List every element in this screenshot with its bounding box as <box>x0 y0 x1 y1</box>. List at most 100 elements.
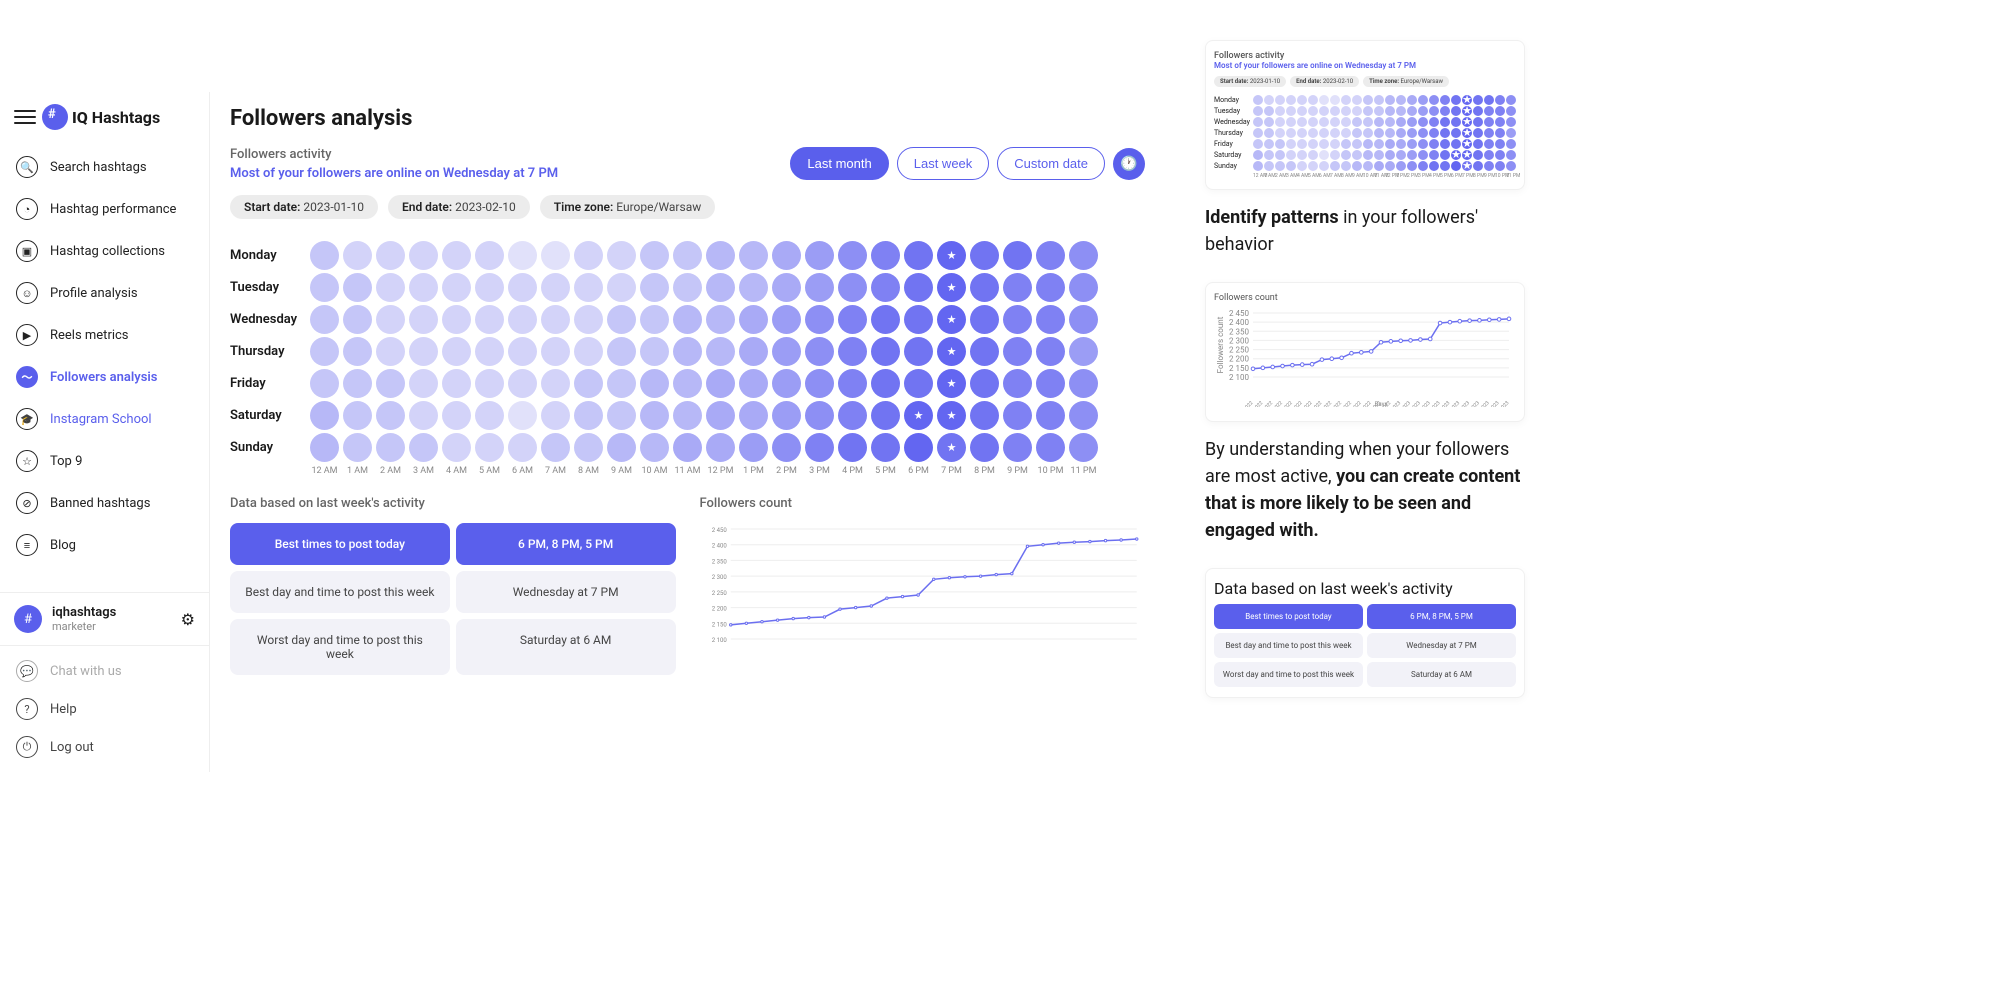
sidebar-item-1[interactable]: ◔Hashtag performance <box>6 190 203 228</box>
heatmap-cell[interactable] <box>442 401 471 430</box>
heatmap-cell[interactable] <box>1297 117 1307 127</box>
heatmap-cell[interactable] <box>1352 117 1362 127</box>
heatmap-cell[interactable] <box>409 337 438 366</box>
sidebar-item-0[interactable]: 🔍Search hashtags <box>6 148 203 186</box>
heatmap-cell[interactable] <box>970 241 999 270</box>
heatmap-cell[interactable] <box>541 369 570 398</box>
heatmap-cell[interactable] <box>1495 117 1505 127</box>
heatmap-cell[interactable] <box>1374 161 1384 171</box>
heatmap-cell[interactable] <box>409 369 438 398</box>
heatmap-cell[interactable] <box>1440 161 1450 171</box>
heatmap-cell[interactable] <box>1407 161 1417 171</box>
heatmap-cell[interactable] <box>607 241 636 270</box>
heatmap-cell[interactable] <box>376 305 405 334</box>
heatmap-cell[interactable] <box>475 273 504 302</box>
heatmap-cell[interactable] <box>706 337 735 366</box>
heatmap-cell[interactable] <box>574 369 603 398</box>
heatmap-cell[interactable] <box>574 241 603 270</box>
heatmap-cell[interactable] <box>1036 369 1065 398</box>
heatmap-cell[interactable] <box>1407 95 1417 105</box>
sidebar-item-5[interactable]: 〜Followers analysis <box>6 358 203 396</box>
heatmap-cell[interactable] <box>475 401 504 430</box>
heatmap-cell[interactable] <box>1069 241 1098 270</box>
heatmap-cell[interactable] <box>508 369 537 398</box>
heatmap-cell[interactable] <box>739 305 768 334</box>
heatmap-cell[interactable] <box>838 369 867 398</box>
heatmap-cell[interactable] <box>1253 95 1263 105</box>
heatmap-cell[interactable] <box>640 337 669 366</box>
heatmap-cell[interactable] <box>1308 117 1318 127</box>
heatmap-cell[interactable] <box>541 433 570 462</box>
heatmap-cell[interactable] <box>310 401 339 430</box>
heatmap-cell[interactable] <box>1473 139 1483 149</box>
heatmap-cell[interactable] <box>310 241 339 270</box>
heatmap-cell[interactable] <box>772 273 801 302</box>
heatmap-cell[interactable] <box>706 401 735 430</box>
brand-logo[interactable]: IQ Hashtags <box>42 104 160 130</box>
heatmap-cell[interactable] <box>1407 150 1417 160</box>
heatmap-cell[interactable] <box>1418 106 1428 116</box>
heatmap-cell[interactable] <box>772 433 801 462</box>
heatmap-cell[interactable] <box>970 369 999 398</box>
heatmap-cell[interactable] <box>1418 128 1428 138</box>
heatmap-cell[interactable] <box>937 337 966 366</box>
heatmap-cell[interactable] <box>1352 161 1362 171</box>
heatmap-cell[interactable] <box>508 337 537 366</box>
heatmap-cell[interactable] <box>442 305 471 334</box>
sidebar-item-4[interactable]: ▶Reels metrics <box>6 316 203 354</box>
heatmap-cell[interactable] <box>1495 95 1505 105</box>
heatmap-cell[interactable] <box>1418 139 1428 149</box>
heatmap-cell[interactable] <box>739 273 768 302</box>
heatmap-cell[interactable] <box>640 401 669 430</box>
heatmap-cell[interactable] <box>409 273 438 302</box>
heatmap-cell[interactable] <box>871 241 900 270</box>
heatmap-cell[interactable] <box>1264 95 1274 105</box>
heatmap-cell[interactable] <box>1341 117 1351 127</box>
heatmap-cell[interactable] <box>904 401 933 430</box>
heatmap-cell[interactable] <box>343 241 372 270</box>
heatmap-cell[interactable] <box>475 337 504 366</box>
heatmap-cell[interactable] <box>1308 139 1318 149</box>
heatmap-cell[interactable] <box>541 273 570 302</box>
heatmap-cell[interactable] <box>1069 305 1098 334</box>
heatmap-cell[interactable] <box>1286 95 1296 105</box>
heatmap-cell[interactable] <box>1440 117 1450 127</box>
heatmap-cell[interactable] <box>1495 161 1505 171</box>
heatmap-cell[interactable] <box>574 433 603 462</box>
heatmap-cell[interactable] <box>1275 117 1285 127</box>
heatmap-cell[interactable] <box>1297 139 1307 149</box>
heatmap-cell[interactable] <box>1407 106 1417 116</box>
heatmap-cell[interactable] <box>1429 139 1439 149</box>
heatmap-cell[interactable] <box>541 305 570 334</box>
heatmap-cell[interactable] <box>1429 161 1439 171</box>
heatmap-cell[interactable] <box>1330 95 1340 105</box>
heatmap-cell[interactable] <box>1308 161 1318 171</box>
heatmap-cell[interactable] <box>1407 139 1417 149</box>
heatmap-cell[interactable] <box>1440 128 1450 138</box>
footer-item-2[interactable]: ⏻Log out <box>6 728 203 766</box>
heatmap-cell[interactable] <box>640 273 669 302</box>
heatmap-cell[interactable] <box>1440 150 1450 160</box>
heatmap-cell[interactable] <box>739 369 768 398</box>
heatmap-cell[interactable] <box>1374 128 1384 138</box>
clock-icon[interactable]: 🕐 <box>1113 148 1145 180</box>
heatmap-cell[interactable] <box>937 369 966 398</box>
heatmap-cell[interactable] <box>805 433 834 462</box>
heatmap-cell[interactable] <box>1418 150 1428 160</box>
heatmap-cell[interactable] <box>640 305 669 334</box>
heatmap-cell[interactable] <box>1253 106 1263 116</box>
heatmap-cell[interactable] <box>1297 161 1307 171</box>
sidebar-item-2[interactable]: ▣Hashtag collections <box>6 232 203 270</box>
heatmap-cell[interactable] <box>904 305 933 334</box>
heatmap-cell[interactable] <box>1264 139 1274 149</box>
heatmap-cell[interactable] <box>1352 139 1362 149</box>
heatmap-cell[interactable] <box>343 273 372 302</box>
heatmap-cell[interactable] <box>805 369 834 398</box>
heatmap-cell[interactable] <box>1297 95 1307 105</box>
heatmap-cell[interactable] <box>1495 106 1505 116</box>
heatmap-cell[interactable] <box>1374 106 1384 116</box>
heatmap-cell[interactable] <box>1484 106 1494 116</box>
heatmap-cell[interactable] <box>1374 117 1384 127</box>
heatmap-cell[interactable] <box>310 369 339 398</box>
heatmap-cell[interactable] <box>1396 150 1406 160</box>
